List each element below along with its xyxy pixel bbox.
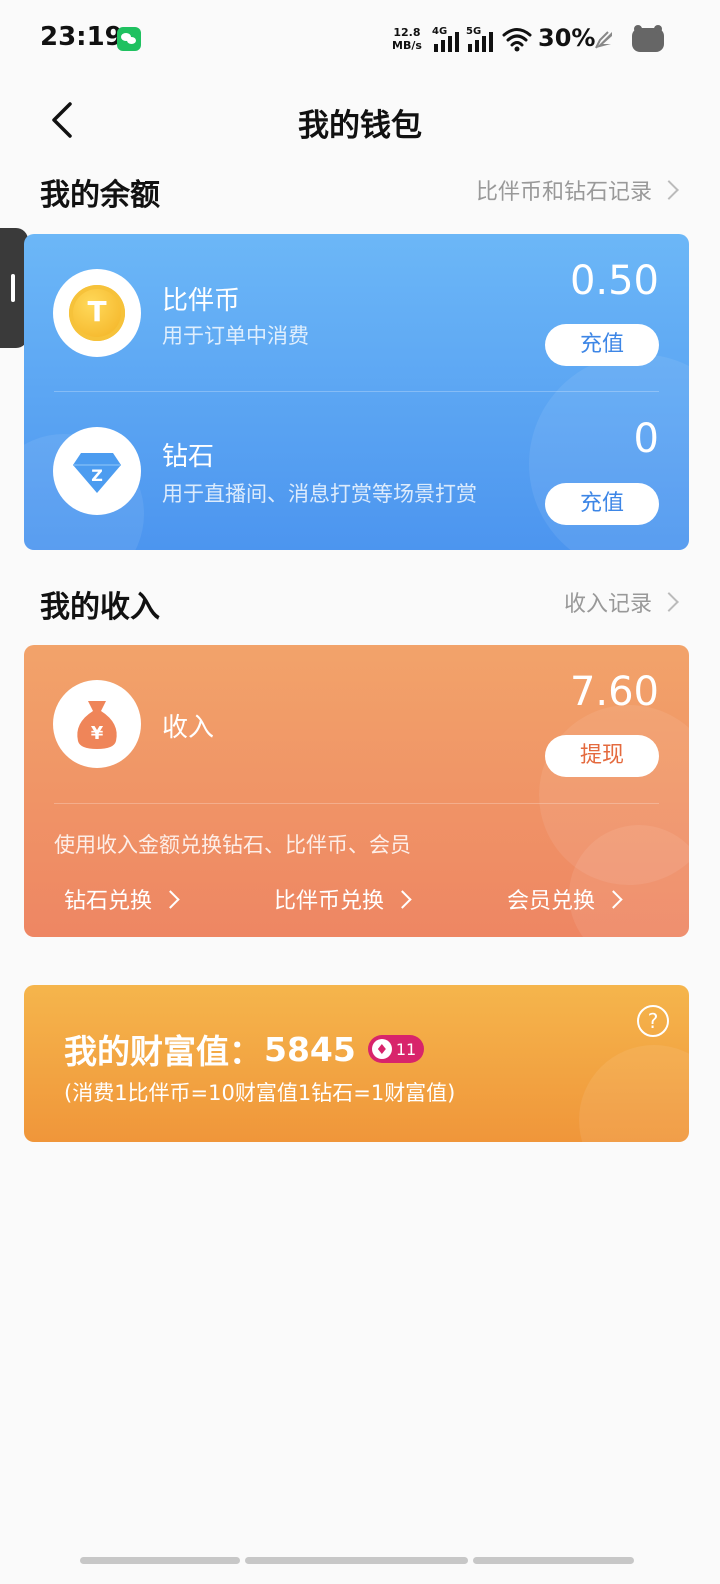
diamond-row: Z 钻石 用于直播间、消息打赏等场景打赏 0 充值 [24, 392, 689, 550]
coin-amount: 0.50 [569, 258, 659, 304]
chevron-right-icon [393, 889, 412, 909]
coin-exchange-link[interactable]: 比伴币兑换 [274, 883, 412, 915]
income-record-label: 收入记录 [563, 592, 652, 617]
coin-recharge-button[interactable]: 充值 [545, 324, 659, 366]
income-amount: 7.60 [569, 669, 659, 715]
moneybag-icon-wrap: ¥ [53, 680, 141, 768]
diamond-icon: Z [73, 453, 121, 493]
balance-record-link[interactable]: 比伴币和钻石记录 [475, 174, 679, 206]
coin-name: 比伴币 [162, 286, 241, 316]
diamond-exchange-label: 钻石兑换 [64, 889, 153, 914]
coin-icon: T [69, 285, 125, 341]
nav-gesture-bar [245, 1557, 468, 1564]
balance-card: T 比伴币 用于订单中消费 0.50 充值 Z 钻石 用于直播间、消息打赏等场景… [24, 234, 689, 550]
wifi-icon [502, 28, 532, 52]
member-exchange-label: 会员兑换 [507, 889, 596, 914]
level-diamond-icon [371, 1039, 392, 1059]
help-icon[interactable]: ? [637, 1005, 669, 1037]
wealth-rule-note: (消费1比伴币=10财富值1钻石=1财富值) [64, 1081, 456, 1105]
chevron-right-icon [604, 889, 623, 909]
coin-icon-wrap: T [53, 269, 141, 357]
money-bag-icon-glyph: ¥ [91, 723, 104, 744]
diamond-exchange-link[interactable]: 钻石兑换 [64, 883, 180, 915]
member-exchange-link[interactable]: 会员兑换 [507, 883, 623, 915]
signal-4g-label: 4G [432, 26, 448, 37]
charging-icon [595, 31, 612, 49]
withdraw-button[interactable]: 提现 [545, 735, 659, 777]
status-time: 23:19 [40, 22, 123, 52]
status-bar: 23:19 12.8 MB/s 4G 5G 30% [0, 0, 720, 80]
wealth-value: 5845 [264, 1029, 356, 1069]
chevron-right-icon [659, 180, 679, 200]
coin-row: T 比伴币 用于订单中消费 0.50 充值 [24, 234, 689, 390]
wealth-level-badge: 11 [367, 1035, 425, 1063]
income-name: 收入 [162, 713, 215, 743]
nav-gesture-bar [80, 1557, 240, 1564]
income-section-title: 我的收入 [40, 590, 160, 625]
wealth-label: 我的财富值： [64, 1032, 262, 1071]
diamond-name: 钻石 [162, 442, 215, 472]
chevron-right-icon [659, 592, 679, 612]
signal-icon: 5G [466, 26, 496, 52]
battery-percent: 30% [538, 24, 596, 52]
income-card: ¥ 收入 7.60 提现 使用收入金额兑换钻石、比伴币、会员 钻石兑换 比伴币兑… [24, 645, 689, 937]
face-icon [632, 25, 664, 52]
diamond-description: 用于直播间、消息打赏等场景打赏 [162, 482, 477, 506]
net-speed-unit: MB/s [392, 39, 422, 52]
wealth-title: 我的财富值： 5845 11 [64, 1025, 425, 1073]
wealth-card: 我的财富值： 5845 11 (消费1比伴币=10财富值1钻石=1财富值) ? [24, 985, 689, 1142]
balance-section-title: 我的余额 [40, 178, 160, 213]
chevron-right-icon [161, 889, 180, 909]
coin-icon-glyph: T [87, 295, 107, 328]
net-speed: 12.8 MB/s [392, 26, 422, 52]
diamond-amount: 0 [633, 416, 659, 462]
wechat-icon [117, 27, 141, 51]
diamond-recharge-button[interactable]: 充值 [545, 483, 659, 525]
coin-exchange-label: 比伴币兑换 [274, 889, 385, 914]
income-exchange-note: 使用收入金额兑换钻石、比伴币、会员 [54, 833, 411, 857]
income-record-link[interactable]: 收入记录 [563, 586, 679, 618]
nav-gesture-bar [473, 1557, 634, 1564]
net-speed-value: 12.8 [393, 26, 421, 39]
wealth-level: 11 [395, 1039, 417, 1059]
diamond-icon-glyph: Z [91, 466, 103, 485]
signal-icon: 4G [432, 26, 462, 52]
divider [54, 803, 659, 804]
diamond-icon-wrap: Z [53, 427, 141, 515]
page-title: 我的钱包 [298, 108, 422, 144]
signal-5g-label: 5G [466, 26, 482, 37]
coin-description: 用于订单中消费 [162, 324, 309, 348]
money-bag-icon: ¥ [77, 701, 117, 749]
balance-record-label: 比伴币和钻石记录 [475, 180, 652, 205]
